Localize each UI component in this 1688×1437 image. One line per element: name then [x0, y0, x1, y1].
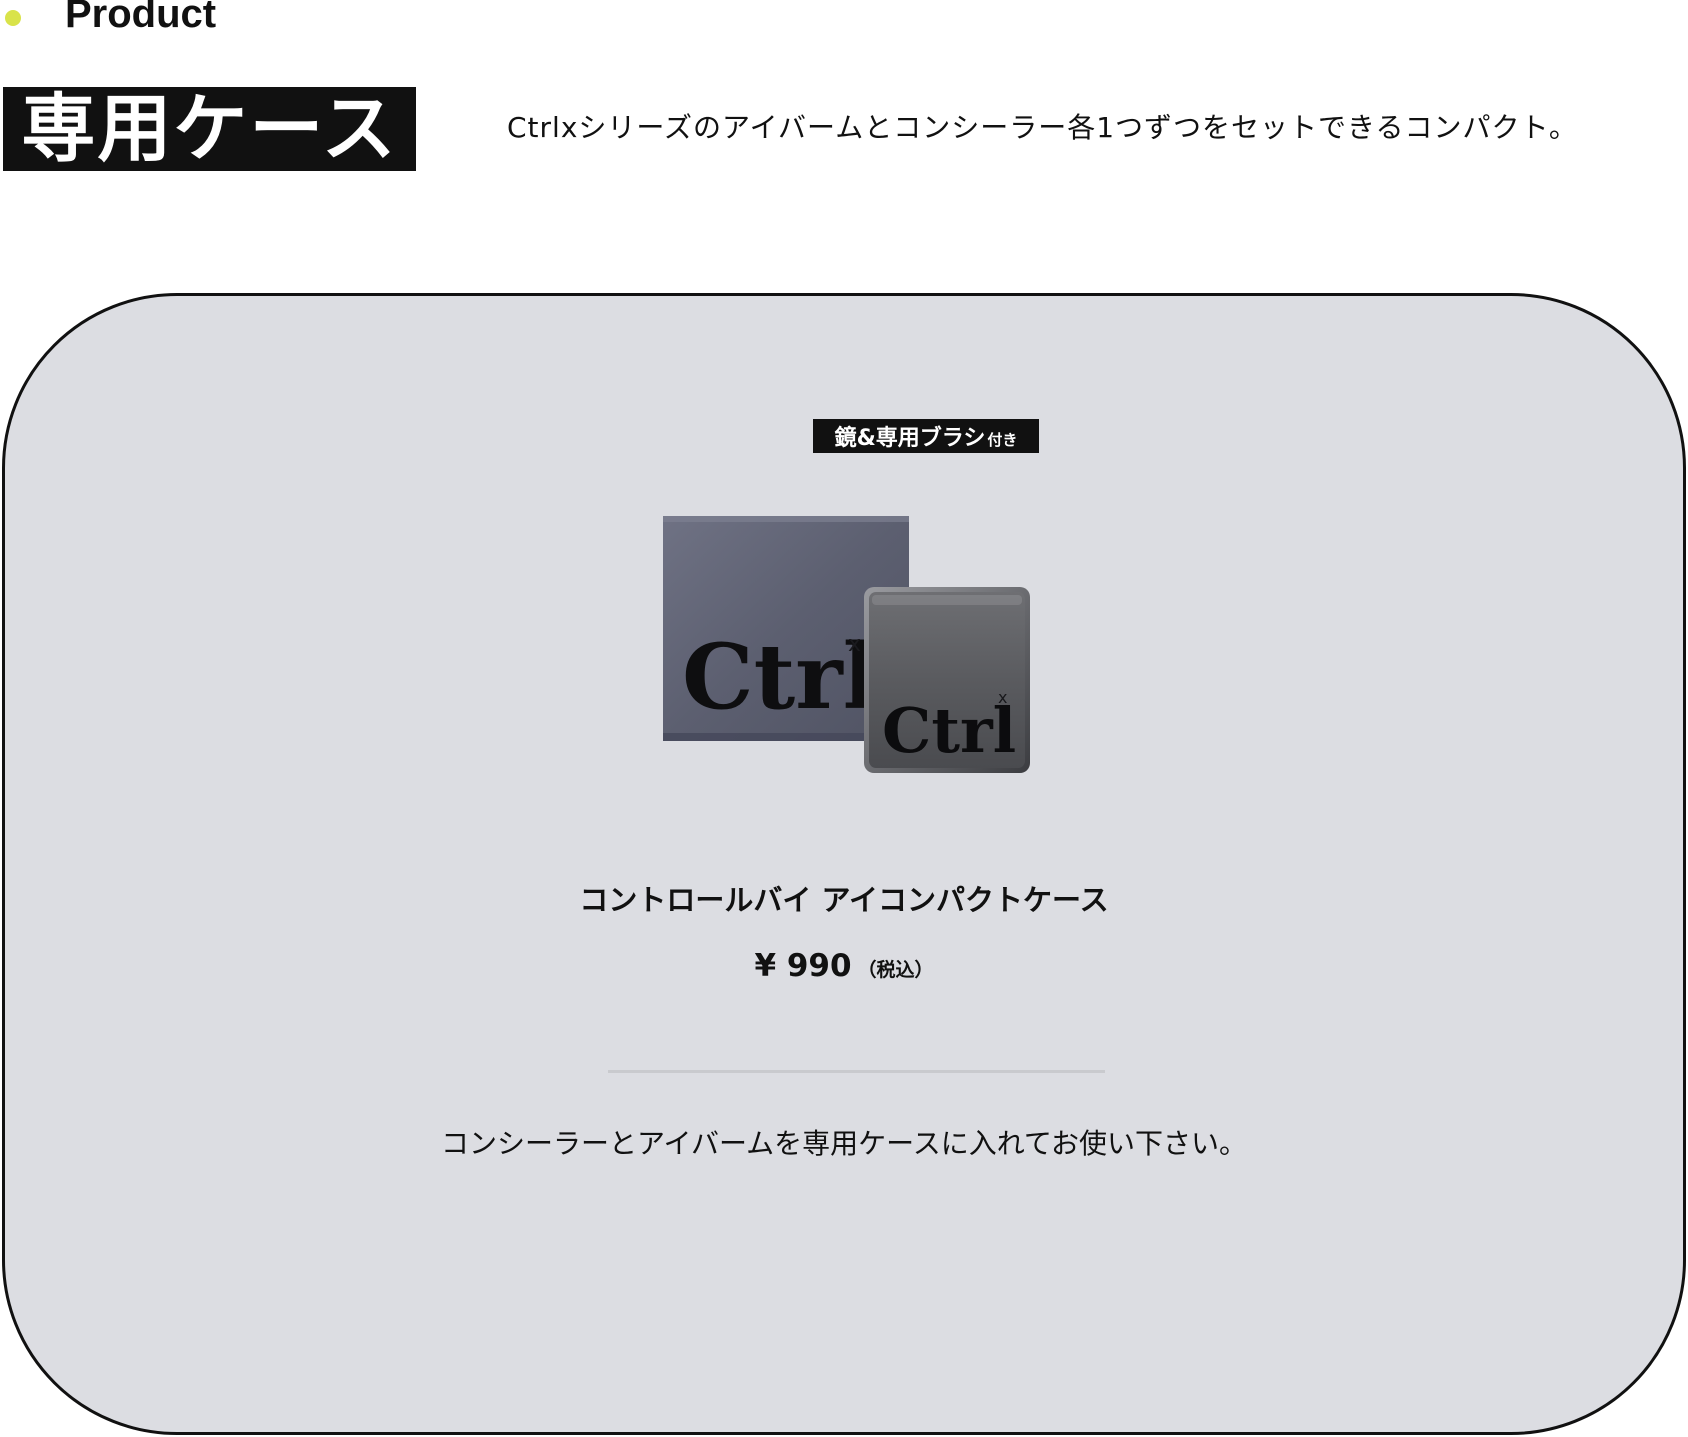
feature-badge: 鏡&専用ブラシ 付き	[813, 419, 1039, 453]
price-tax-note: （税込）	[857, 959, 934, 981]
heading-description: Ctrlxシリーズのアイバームとコンシーラー各1つずつをセットできるコンパクト。	[507, 111, 1578, 144]
bullet-dot-icon	[5, 10, 21, 26]
product-image: Ctrl x Ctrl x	[663, 516, 1030, 773]
product-compact: Ctrl x	[864, 587, 1030, 773]
product-name: コントロールバイ アイコンパクトケース	[579, 883, 1109, 917]
product-card	[2, 293, 1686, 1435]
usage-note: コンシーラーとアイバームを専用ケースに入れてお使い下さい。	[440, 1127, 1248, 1160]
compact-logo-text: Ctrl	[882, 694, 1016, 767]
price-row: ¥ 990 （税込）	[0, 944, 1688, 988]
price-value: ¥ 990	[754, 948, 852, 984]
feature-badge-sub: 付き	[987, 430, 1018, 449]
box-logo-sup: x	[848, 632, 861, 657]
divider	[608, 1070, 1105, 1073]
feature-badge-main: 鏡&専用ブラシ	[834, 426, 986, 451]
compact-logo-sup: x	[998, 688, 1007, 707]
page-heading-text: 専用ケース	[21, 86, 398, 172]
page-heading: 専用ケース	[3, 87, 416, 171]
section-label-text: Product	[65, 0, 217, 36]
